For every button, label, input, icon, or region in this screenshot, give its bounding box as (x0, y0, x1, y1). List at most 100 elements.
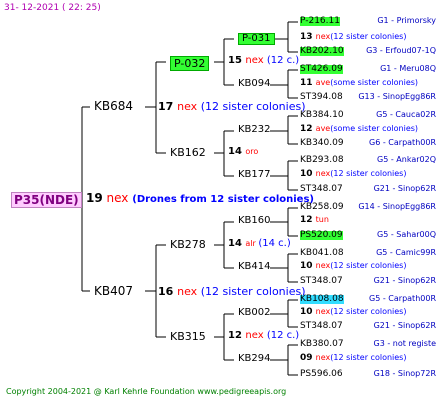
gen5-node[interactable]: KB340.09 (300, 139, 344, 148)
gen1-drones: 19 nex (Drones from 12 sister colonies) (86, 192, 314, 205)
gen4-nex: nex (315, 307, 331, 316)
gen3-count: 14 (228, 238, 246, 249)
gen3-summary: 12 nex (12 c.) (228, 331, 299, 341)
gen4-nex: nex (315, 353, 331, 362)
gen2-node[interactable]: KB407 (94, 285, 133, 297)
gen3-node[interactable]: KB278 (170, 239, 206, 250)
gen2-summary: 17 nex (12 sister colonies) (158, 101, 306, 112)
gen5-node[interactable]: PS520.09 (300, 231, 343, 240)
gen5-node[interactable]: PS596.06 (300, 370, 343, 379)
gen5-node[interactable]: KB108.08 (300, 295, 344, 304)
gen5-origin: G1 - Primorsky (377, 16, 436, 25)
gen4-count: 10 (300, 261, 316, 271)
root-queen[interactable]: P35(NDE) (11, 192, 82, 208)
gen5-node[interactable]: P-216.11 (300, 17, 340, 26)
gen5-node[interactable]: ST348.07 (300, 185, 343, 194)
footer-copyright: Copyright 2004-2021 @ Karl Kehrle Founda… (6, 387, 287, 396)
gen4-note: (some sister colonies) (330, 78, 419, 87)
gen5-origin: G5 - Carpath00R (369, 294, 436, 303)
gen4-note: (12 sister colonies) (330, 32, 407, 41)
gen4-note: (12 sister colonies) (330, 353, 407, 362)
gen5-node[interactable]: KB380.07 (300, 340, 344, 349)
gen5-origin: G5 - Camic99R (376, 248, 436, 257)
gen5-origin: G21 - Sinop62R (373, 321, 436, 330)
gen4-count: 09 (300, 353, 316, 363)
gen5-origin: G5 - Cauca02R (376, 110, 436, 119)
gen4-summary: 13 nex(12 sister colonies) (300, 33, 406, 42)
gen4-summary: 11 ave(some sister colonies) (300, 79, 418, 88)
gen4-summary: 10 nex(12 sister colonies) (300, 262, 406, 271)
gen5-origin: G6 - Carpath00R (369, 138, 436, 147)
gen4-node[interactable]: KB160 (238, 216, 271, 226)
gen3-count: 14 (228, 146, 246, 157)
gen3-note: (12 c.) (266, 55, 300, 66)
gen5-node[interactable]: KB202.10 (300, 47, 344, 56)
gen3-nex: nex (245, 55, 267, 66)
gen5-node[interactable]: KB041.08 (300, 249, 344, 258)
gen4-node[interactable]: KB294 (238, 354, 271, 364)
gen4-summary: 12 tun (300, 216, 329, 225)
gen3-node[interactable]: KB315 (170, 331, 206, 342)
gen1-count: 19 (86, 191, 103, 205)
gen4-count: 12 (300, 215, 316, 225)
gen1-nex: nex (106, 191, 129, 205)
gen2-note: (12 sister colonies) (200, 285, 306, 298)
gen2-nex: nex (177, 285, 201, 298)
gen5-node[interactable]: ST348.07 (300, 277, 343, 286)
gen4-count: 13 (300, 32, 316, 42)
gen5-origin: G5 - Ankar02Q (377, 155, 436, 164)
gen5-node[interactable]: KB293.08 (300, 156, 344, 165)
gen5-origin: G5 - Sahar00Q (377, 230, 436, 239)
gen3-nex: oro (245, 147, 259, 156)
gen3-summary: 15 nex (12 c.) (228, 56, 299, 66)
gen3-node[interactable]: P-032 (170, 56, 210, 71)
gen5-node[interactable]: KB258.09 (300, 203, 344, 212)
gen2-count: 17 (158, 100, 178, 113)
gen2-nex: nex (177, 100, 201, 113)
gen5-origin: G13 - SinopEgg86R (358, 92, 436, 101)
gen4-note: (12 sister colonies) (330, 169, 407, 178)
gen4-note: (12 sister colonies) (330, 261, 407, 270)
gen1-note: (Drones from 12 sister colonies) (132, 194, 314, 205)
gen4-count: 10 (300, 169, 316, 179)
gen2-count: 16 (158, 285, 178, 298)
gen4-note: (12 sister colonies) (330, 307, 407, 316)
gen4-count: 12 (300, 124, 316, 134)
gen4-note: (some sister colonies) (330, 124, 419, 133)
gen4-node[interactable]: KB002 (238, 308, 271, 318)
gen5-node[interactable]: ST394.08 (300, 93, 343, 102)
gen3-summary: 14 alr (14 c.) (228, 239, 291, 249)
gen4-summary: 10 nex(12 sister colonies) (300, 170, 406, 179)
gen4-count: 11 (300, 78, 316, 88)
gen4-node[interactable]: KB177 (238, 170, 271, 180)
gen4-nex: nex (315, 261, 331, 270)
gen3-node[interactable]: KB162 (170, 147, 206, 158)
gen4-summary: 12 ave(some sister colonies) (300, 125, 418, 134)
gen4-count: 10 (300, 307, 316, 317)
gen4-nex: ave (315, 78, 331, 87)
gen4-summary: 10 nex(12 sister colonies) (300, 308, 406, 317)
gen5-origin: G3 - not registe (373, 339, 436, 348)
gen2-node[interactable]: KB684 (94, 100, 133, 112)
gen3-nex: nex (245, 330, 267, 341)
gen5-node[interactable]: KB384.10 (300, 111, 344, 120)
gen4-node[interactable]: KB232 (238, 125, 271, 135)
gen5-origin: G14 - SinopEgg86R (358, 202, 436, 211)
gen4-nex: tun (315, 215, 329, 224)
gen3-note: (14 c.) (258, 238, 291, 249)
gen5-origin: G18 - Sinop72R (373, 369, 436, 378)
gen5-node[interactable]: ST348.07 (300, 322, 343, 331)
gen3-summary: 14 oro (228, 147, 258, 157)
gen4-node[interactable]: KB414 (238, 262, 271, 272)
pedigree-chart: 31- 12-2021 ( 22: 25) P35(NDE) 19 nex (D… (0, 0, 440, 400)
gen4-node[interactable]: KB094 (238, 79, 271, 89)
gen3-count: 12 (228, 330, 246, 341)
gen5-origin: G3 - Erfoud07-1Q (366, 46, 436, 55)
gen5-node[interactable]: ST426.09 (300, 65, 343, 74)
gen5-origin: G21 - Sinop62R (373, 276, 436, 285)
gen4-summary: 09 nex(12 sister colonies) (300, 354, 406, 363)
gen4-node[interactable]: P-031 (238, 33, 275, 45)
gen3-nex: alr (245, 239, 259, 248)
gen2-summary: 16 nex (12 sister colonies) (158, 286, 306, 297)
gen4-nex: nex (315, 169, 331, 178)
